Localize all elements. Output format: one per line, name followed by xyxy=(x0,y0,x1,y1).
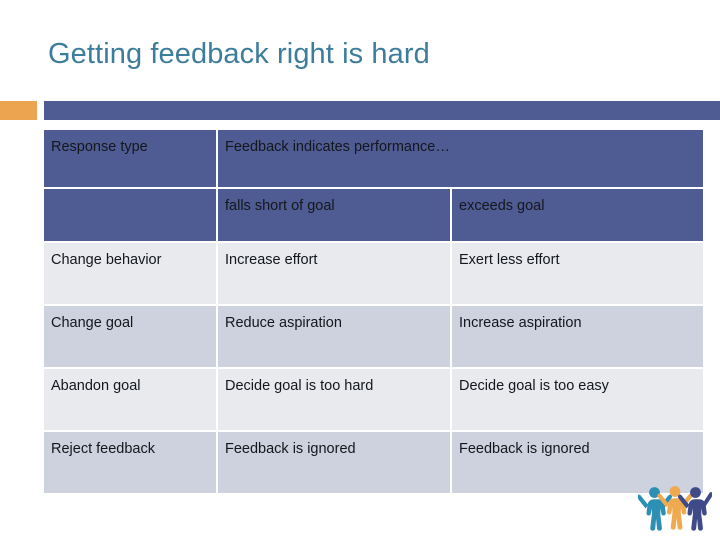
table-row: Change behavior Increase effort Exert less… xyxy=(44,243,703,306)
page-title: Getting feedback right is hard xyxy=(48,38,430,70)
divider-accent-block xyxy=(0,101,37,120)
header-exceeds-goal: exceeds goal xyxy=(452,189,703,243)
header-feedback-indicates-performance: Feedback indicates performance… xyxy=(218,130,703,189)
header-response-type: Response type xyxy=(44,130,218,189)
three-people-figures-logo xyxy=(636,482,714,534)
cell-falls-short-of-goal: Decide goal is too hard xyxy=(218,369,452,432)
cell-exceeds-goal: Exert less effort xyxy=(452,243,703,306)
cell-response-type: Change goal xyxy=(44,306,218,369)
cell-falls-short-of-goal: Reduce aspiration xyxy=(218,306,452,369)
cell-response-type: Abandon goal xyxy=(44,369,218,432)
header-subrow-blank xyxy=(44,189,218,243)
table-header-row-secondary: falls short of goal exceeds goal xyxy=(44,189,703,243)
feedback-response-table: Response type Feedback indicates perform… xyxy=(44,130,703,493)
table-body: Change behavior Increase effort Exert less… xyxy=(44,243,703,493)
cell-falls-short-of-goal: Feedback is ignored xyxy=(218,432,452,493)
cell-exceeds-goal: Increase aspiration xyxy=(452,306,703,369)
table-header-row-primary: Response type Feedback indicates perform… xyxy=(44,130,703,189)
cell-falls-short-of-goal: Increase effort xyxy=(218,243,452,306)
figure-left-icon xyxy=(636,487,673,531)
cell-response-type: Reject feedback xyxy=(44,432,218,493)
header-falls-short-of-goal: falls short of goal xyxy=(218,189,452,243)
cell-exceeds-goal: Decide goal is too easy xyxy=(452,369,703,432)
table-row: Change goal Reduce aspiration Increase asp… xyxy=(44,306,703,369)
table-row: Abandon goal Decide goal is too hard Decid… xyxy=(44,369,703,432)
cell-response-type: Change behavior xyxy=(44,243,218,306)
divider-blue-bar xyxy=(44,101,720,120)
table-row: Reject feedback Feedback is ignored Feedba… xyxy=(44,432,703,493)
title-divider xyxy=(0,101,720,120)
